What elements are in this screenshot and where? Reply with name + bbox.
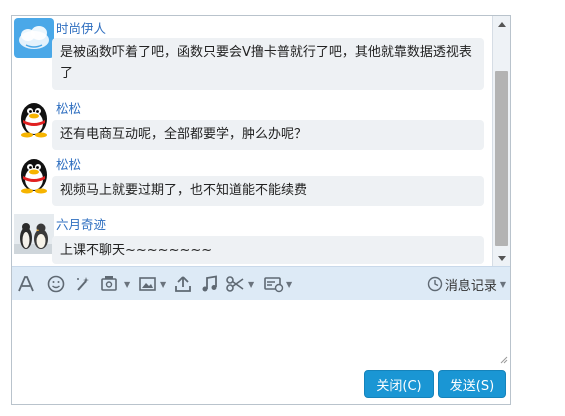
chevron-down-icon[interactable]: ▼ [160, 280, 166, 289]
message-bubble: 是被函数吓着了吧，函数只要会V撸卡普就行了吧，其他就靠数据透视表了 [52, 38, 484, 90]
message-input[interactable] [12, 300, 510, 404]
qq-penguin-avatar[interactable] [14, 98, 54, 138]
message-bubble: 上课不聊天~~~~~~~~ [52, 236, 484, 264]
input-toolbar: ▼ ▼ ▼ ▼ 消息记录 ▼ [12, 266, 510, 300]
close-button[interactable]: 关闭(C) [364, 370, 434, 398]
upload-icon[interactable] [174, 274, 192, 294]
message-history-button[interactable]: 消息记录 ▼ [427, 274, 506, 294]
chevron-down-icon[interactable]: ▼ [248, 280, 254, 289]
vertical-scrollbar[interactable] [492, 16, 510, 266]
music-icon[interactable] [201, 274, 219, 294]
resize-grip-icon[interactable] [498, 354, 508, 364]
chevron-down-icon[interactable]: ▼ [500, 280, 506, 289]
sender-name[interactable]: 松松 [56, 154, 81, 173]
message-history-label: 消息记录 [444, 278, 497, 294]
message-item: 六月奇迹 上课不聊天~~~~~~~~ [12, 212, 490, 266]
message-list[interactable]: 时尚伊人 是被函数吓着了吧，函数只要会V撸卡普就行了吧，其他就靠数据透视表了 松… [12, 16, 492, 266]
card-icon[interactable]: ▼ [264, 274, 292, 294]
scroll-down-button[interactable] [493, 250, 510, 266]
scroll-up-button[interactable] [493, 16, 510, 32]
message-bubble: 视频马上就要过期了，也不知道能不能续费 [52, 176, 484, 206]
message-item: 松松 还有电商互动呢，全部都要学，肿么办呢？ [12, 98, 490, 154]
scissors-icon[interactable]: ▼ [226, 274, 254, 294]
emoji-icon[interactable] [47, 274, 65, 294]
sender-name[interactable]: 松松 [56, 98, 81, 117]
send-button[interactable]: 发送(S) [438, 370, 506, 398]
chat-window: 时尚伊人 是被函数吓着了吧，函数只要会V撸卡普就行了吧，其他就靠数据透视表了 松… [11, 15, 511, 405]
penguins-photo-avatar[interactable] [14, 214, 54, 254]
qq-penguin-avatar[interactable] [14, 154, 54, 194]
screenshot-icon[interactable]: ▼ [100, 274, 130, 294]
chevron-down-icon[interactable]: ▼ [124, 280, 130, 289]
sender-name[interactable]: 六月奇迹 [56, 214, 106, 233]
message-item: 松松 视频马上就要过期了，也不知道能不能续费 [12, 154, 490, 212]
blue-cloud-avatar[interactable] [14, 18, 54, 58]
font-icon[interactable] [17, 274, 35, 294]
chevron-down-icon[interactable]: ▼ [286, 280, 292, 289]
magic-wand-icon[interactable] [74, 274, 92, 294]
scroll-thumb[interactable] [495, 71, 508, 246]
image-icon[interactable]: ▼ [138, 274, 166, 294]
sender-name[interactable]: 时尚伊人 [56, 18, 106, 37]
message-bubble: 还有电商互动呢，全部都要学，肿么办呢？ [52, 120, 484, 150]
message-item: 时尚伊人 是被函数吓着了吧，函数只要会V撸卡普就行了吧，其他就靠数据透视表了 [12, 16, 490, 98]
clock-icon [427, 276, 443, 292]
